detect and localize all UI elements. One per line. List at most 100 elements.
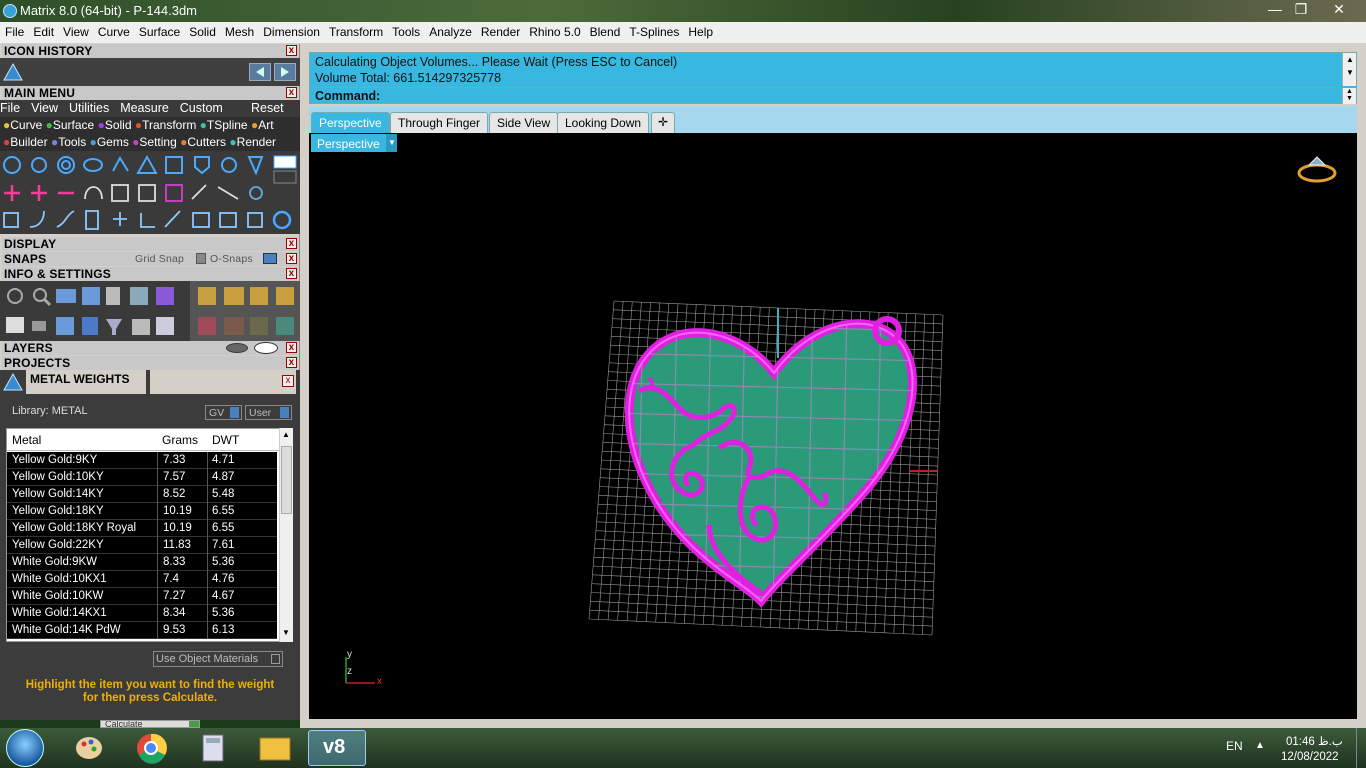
cat-builder[interactable]: Builder	[10, 135, 47, 149]
menu-solid[interactable]: Solid	[184, 22, 220, 39]
menu-mesh[interactable]: Mesh	[220, 22, 258, 39]
table-row[interactable]: White Gold:10KW 7.27 4.67	[7, 588, 277, 605]
gv-toggle[interactable]: GV	[205, 405, 242, 420]
layer-lock-icon[interactable]	[226, 343, 248, 353]
ring-view-widget[interactable]	[1297, 156, 1337, 183]
use-object-materials-toggle[interactable]: Use Object Materials	[153, 651, 283, 667]
cat-tools[interactable]: Tools	[58, 135, 86, 149]
mm-file[interactable]: File	[0, 101, 20, 115]
tab-through-finger[interactable]: Through Finger	[390, 112, 489, 133]
viewport-label[interactable]: Perspective ▼	[311, 134, 397, 152]
cat-surface[interactable]: Surface	[53, 118, 94, 132]
minimize-button[interactable]: —	[1264, 1, 1286, 19]
language-indicator[interactable]: EN	[1226, 739, 1243, 753]
menu-surface[interactable]: Surface	[134, 22, 184, 39]
close-icon[interactable]: x	[286, 87, 297, 98]
table-row[interactable]: Yellow Gold:10KY 7.57 4.87	[7, 469, 277, 486]
menu-tools[interactable]: Tools	[387, 22, 424, 39]
cat-curve[interactable]: Curve	[10, 118, 42, 132]
table-row[interactable]: White Gold:14KX1 8.34 5.36	[7, 605, 277, 622]
table-row[interactable]: Yellow Gold:14KY 8.52 5.48	[7, 486, 277, 503]
cat-solid[interactable]: Solid	[105, 118, 132, 132]
close-icon[interactable]: x	[286, 357, 297, 368]
matrix-app[interactable]: v8	[308, 730, 366, 766]
table-scrollbar[interactable]: ▲ ▼	[279, 428, 293, 642]
chevron-down-icon[interactable]: ▼	[386, 134, 397, 152]
table-row[interactable]: Yellow Gold:22KY 11.83 7.61	[7, 537, 277, 554]
grid-snap-indicator[interactable]	[196, 253, 206, 264]
user-toggle[interactable]: User	[245, 405, 292, 420]
tray-arrow-icon[interactable]: ▲	[1255, 740, 1265, 751]
tab-perspective[interactable]: Perspective	[311, 112, 390, 133]
tool-icons-grid[interactable]	[0, 153, 300, 233]
menu-analyze[interactable]: Analyze	[424, 22, 476, 39]
calculator-app[interactable]	[184, 730, 242, 766]
menu-render[interactable]: Render	[476, 22, 524, 39]
cat-transform[interactable]: Transform	[142, 118, 196, 132]
menu-blend[interactable]: Blend	[585, 22, 625, 39]
calculate-button[interactable]: Calculate	[100, 720, 200, 728]
menu-transform[interactable]: Transform	[324, 22, 387, 39]
menu-curve[interactable]: Curve	[93, 22, 134, 39]
osnaps-toggle[interactable]: O-Snaps	[210, 252, 253, 266]
osnaps-indicator[interactable]	[263, 253, 277, 264]
table-row[interactable]: Yellow Gold:18KY 10.19 6.55	[7, 503, 277, 520]
menu-help[interactable]: Help	[683, 22, 717, 39]
table-row[interactable]: White Gold:10KX1 7.4 4.76	[7, 571, 277, 588]
show-desktop-button[interactable]	[1356, 728, 1366, 768]
explorer-app[interactable]	[246, 730, 304, 766]
info-icons-grid[interactable]	[0, 281, 300, 341]
command-scrollbar[interactable]: ▲ ▼	[1342, 88, 1356, 104]
table-row[interactable]: White Gold:14K PdW 9.53 6.13	[7, 622, 277, 639]
menu-dimension[interactable]: Dimension	[258, 22, 324, 39]
restore-button[interactable]: ❐	[1290, 1, 1312, 19]
scene-canvas[interactable]	[309, 133, 1357, 719]
menu-tsplines[interactable]: T-Splines	[624, 22, 683, 39]
close-icon[interactable]: x	[286, 253, 297, 264]
mm-view[interactable]: View	[31, 101, 58, 115]
close-icon[interactable]: x	[286, 342, 297, 353]
cat-gems[interactable]: Gems	[97, 135, 129, 149]
col-metal[interactable]: Metal	[12, 433, 41, 447]
mm-custom[interactable]: Custom	[180, 101, 223, 115]
viewport[interactable]: y z x	[309, 133, 1357, 719]
table-row[interactable]: Yellow Gold:9KY 7.33 4.71	[7, 452, 277, 469]
scroll-down-icon[interactable]: ▼	[282, 628, 290, 637]
close-button[interactable]: ✕	[1316, 1, 1362, 19]
table-row[interactable]: Yellow Gold:18KY Royal 10.19 6.55	[7, 520, 277, 537]
cat-setting[interactable]: Setting	[139, 135, 176, 149]
menu-file[interactable]: File	[0, 22, 28, 39]
scroll-up-icon[interactable]: ▲	[282, 430, 290, 439]
table-row[interactable]: White Gold:9KW 8.33 5.36	[7, 554, 277, 571]
tab-side-view[interactable]: Side View	[489, 112, 559, 133]
grid-snap-toggle[interactable]: Grid Snap	[135, 252, 184, 266]
menu-view[interactable]: View	[58, 22, 93, 39]
cat-art[interactable]: Art	[258, 118, 273, 132]
clock-date[interactable]: 12/08/2022	[1281, 751, 1339, 763]
tab-looking-down[interactable]: Looking Down	[557, 112, 650, 133]
mm-utilities[interactable]: Utilities	[69, 101, 109, 115]
add-tab-button[interactable]: ✛	[651, 112, 676, 133]
back-arrow-icon[interactable]	[249, 63, 271, 81]
menu-edit[interactable]: Edit	[28, 22, 58, 39]
clock-time[interactable]: 01:46 ب.ظ	[1286, 734, 1343, 748]
command-prompt[interactable]: Command:	[315, 89, 380, 103]
col-dwt[interactable]: DWT	[212, 433, 239, 447]
pyramid-icon[interactable]	[2, 62, 24, 82]
mm-measure[interactable]: Measure	[120, 101, 169, 115]
close-icon[interactable]: x	[286, 238, 297, 249]
scroll-thumb[interactable]	[281, 446, 292, 514]
cat-tspline[interactable]: TSpline	[207, 118, 248, 132]
cat-render[interactable]: Render	[237, 135, 276, 149]
close-icon[interactable]: x	[286, 45, 297, 56]
reset-button[interactable]: Reset	[251, 101, 284, 115]
heart-pendant[interactable]	[603, 303, 929, 613]
forward-arrow-icon[interactable]	[274, 63, 296, 81]
start-button[interactable]	[6, 729, 44, 767]
command-history-scrollbar[interactable]: ▲ ▼	[1342, 53, 1356, 86]
cat-cutters[interactable]: Cutters	[187, 135, 226, 149]
close-icon[interactable]: x	[286, 268, 297, 279]
eye-icon[interactable]	[254, 342, 278, 354]
chrome-app[interactable]	[122, 730, 180, 766]
paint-app[interactable]	[60, 730, 118, 766]
